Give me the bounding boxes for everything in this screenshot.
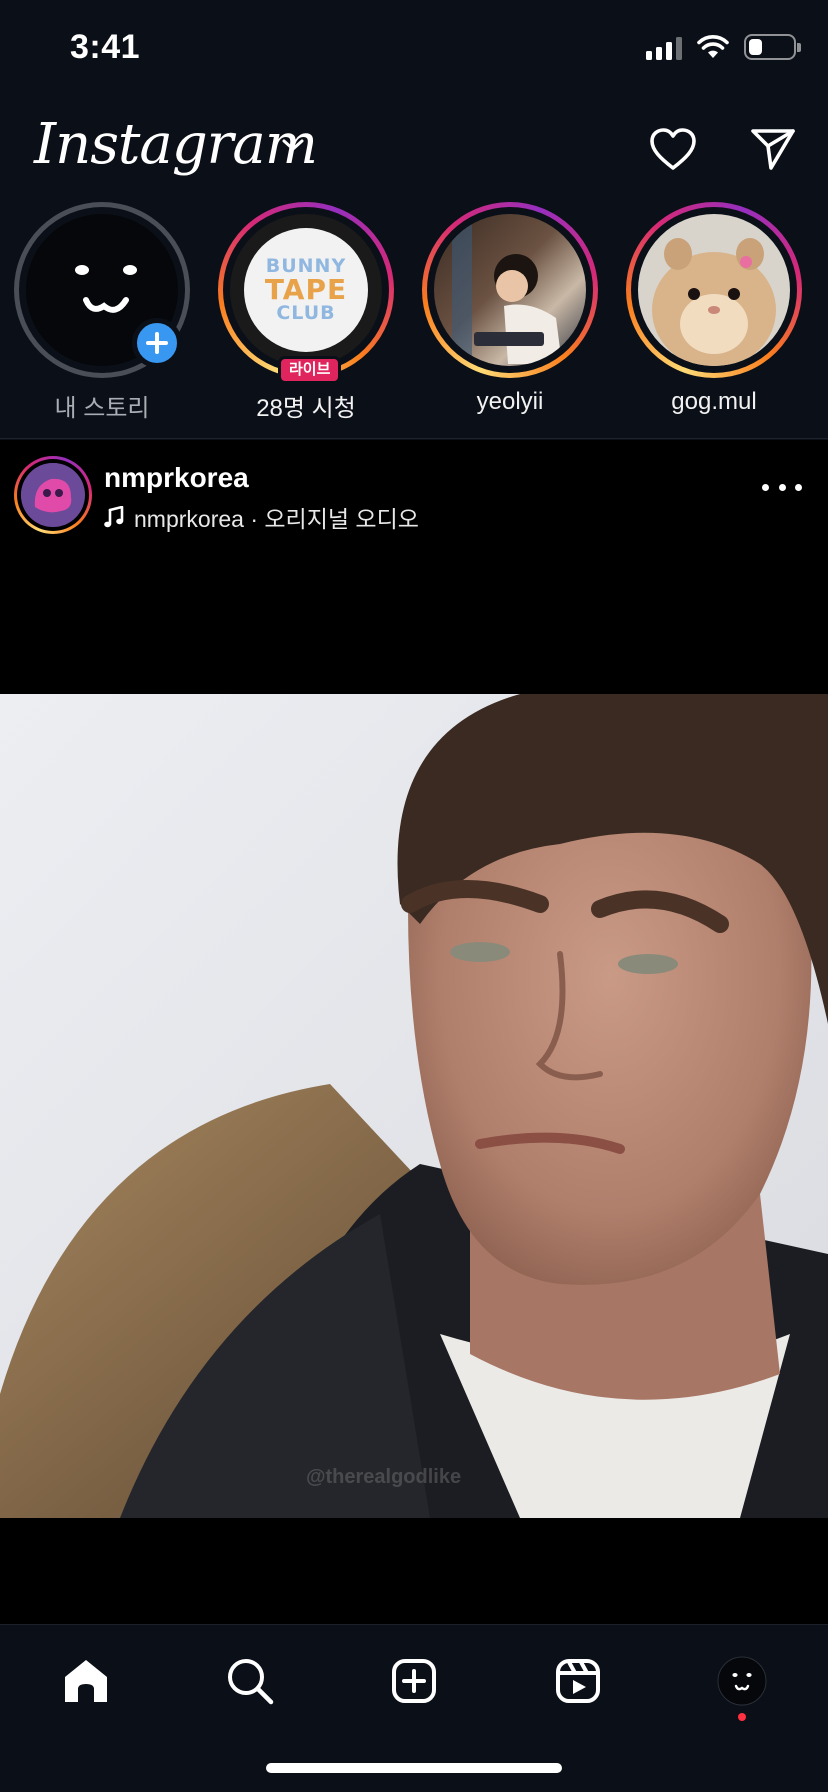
story-avatar bbox=[434, 214, 586, 366]
more-options-button[interactable] bbox=[762, 474, 802, 500]
app-header: Instagram bbox=[0, 100, 828, 200]
stories-divider bbox=[0, 438, 828, 439]
reels-icon bbox=[556, 1659, 600, 1703]
battery-level-fill bbox=[749, 39, 762, 55]
profile-icon bbox=[717, 1656, 767, 1706]
nmpr-logo-icon bbox=[21, 463, 83, 525]
story-label: 28명 시청 bbox=[256, 395, 356, 422]
instagram-logo[interactable]: Instagram bbox=[34, 112, 318, 177]
post-avatar-ring[interactable] bbox=[14, 456, 92, 534]
post-username[interactable]: nmprkorea bbox=[104, 462, 249, 494]
story-label: 내 스토리 bbox=[54, 395, 150, 422]
tab-home[interactable] bbox=[54, 1649, 118, 1713]
profile-notification-dot bbox=[738, 1713, 746, 1721]
story-live[interactable]: BUNNY TAPE CLUB 라이브 28명 시청 bbox=[216, 200, 396, 422]
search-icon bbox=[228, 1659, 274, 1705]
more-dot bbox=[795, 483, 802, 491]
status-icons bbox=[646, 34, 801, 60]
live-badge: 라이브 bbox=[278, 356, 342, 384]
story-gog-mul[interactable]: gog.mul bbox=[624, 200, 804, 420]
status-time: 3:41 bbox=[70, 28, 141, 66]
bunny-tape-club-logo: BUNNY TAPE CLUB bbox=[244, 228, 368, 352]
more-dot bbox=[778, 483, 786, 491]
heart-icon bbox=[650, 128, 696, 170]
story-label: gog.mul bbox=[671, 388, 757, 415]
tab-reels[interactable] bbox=[546, 1649, 610, 1713]
home-indicator[interactable] bbox=[266, 1763, 562, 1773]
direct-messages-button[interactable] bbox=[746, 122, 800, 176]
feed-post: nmprkorea nmprkorea · 오리지널 오디오 @therealg… bbox=[0, 440, 828, 1624]
battery-icon bbox=[744, 34, 801, 60]
story-ring bbox=[626, 202, 802, 378]
video-watermark: @therealgodlike bbox=[306, 1466, 462, 1488]
wifi-icon bbox=[697, 35, 729, 58]
add-story-button[interactable] bbox=[132, 318, 182, 368]
tab-profile[interactable] bbox=[710, 1649, 774, 1713]
paper-plane-icon bbox=[751, 129, 795, 170]
plus-icon bbox=[146, 332, 168, 354]
instagram-feed-screen: 3:41 Instagram 내 스토리 BUNNY TAPE CLUB 라이브… bbox=[0, 0, 828, 1792]
home-icon bbox=[65, 1660, 107, 1702]
portrait-photo bbox=[0, 694, 828, 1518]
story-ring bbox=[422, 202, 598, 378]
status-bar: 3:41 bbox=[0, 0, 828, 100]
tab-create[interactable] bbox=[382, 1649, 446, 1713]
stories-tray: 내 스토리 BUNNY TAPE CLUB 라이브 28명 시청 yeolyii… bbox=[0, 200, 828, 438]
story-avatar: BUNNY TAPE CLUB bbox=[230, 214, 382, 366]
notifications-button[interactable] bbox=[646, 122, 700, 176]
story-ring: BUNNY TAPE CLUB bbox=[218, 202, 394, 378]
cellular-signal-icon bbox=[646, 34, 682, 60]
more-dot bbox=[762, 483, 769, 491]
post-header: nmprkorea nmprkorea · 오리지널 오디오 bbox=[0, 440, 828, 540]
story-my-story[interactable]: 내 스토리 bbox=[12, 200, 192, 422]
story-avatar bbox=[638, 214, 790, 366]
post-avatar bbox=[21, 463, 85, 527]
chevron-down-icon[interactable] bbox=[280, 136, 306, 154]
hamster-photo-icon bbox=[652, 238, 776, 366]
post-audio-link[interactable]: nmprkorea · 오리지널 오디오 bbox=[104, 500, 419, 534]
music-note-icon bbox=[104, 506, 124, 528]
story-yeolyii[interactable]: yeolyii bbox=[420, 200, 600, 420]
create-icon bbox=[392, 1659, 436, 1703]
story-label: yeolyii bbox=[476, 388, 544, 415]
child-photo-icon bbox=[452, 224, 562, 364]
tab-search[interactable] bbox=[218, 1649, 282, 1713]
post-video[interactable]: @therealgodlike bbox=[0, 694, 828, 1518]
post-audio-text: nmprkorea · 오리지널 오디오 bbox=[134, 506, 419, 532]
